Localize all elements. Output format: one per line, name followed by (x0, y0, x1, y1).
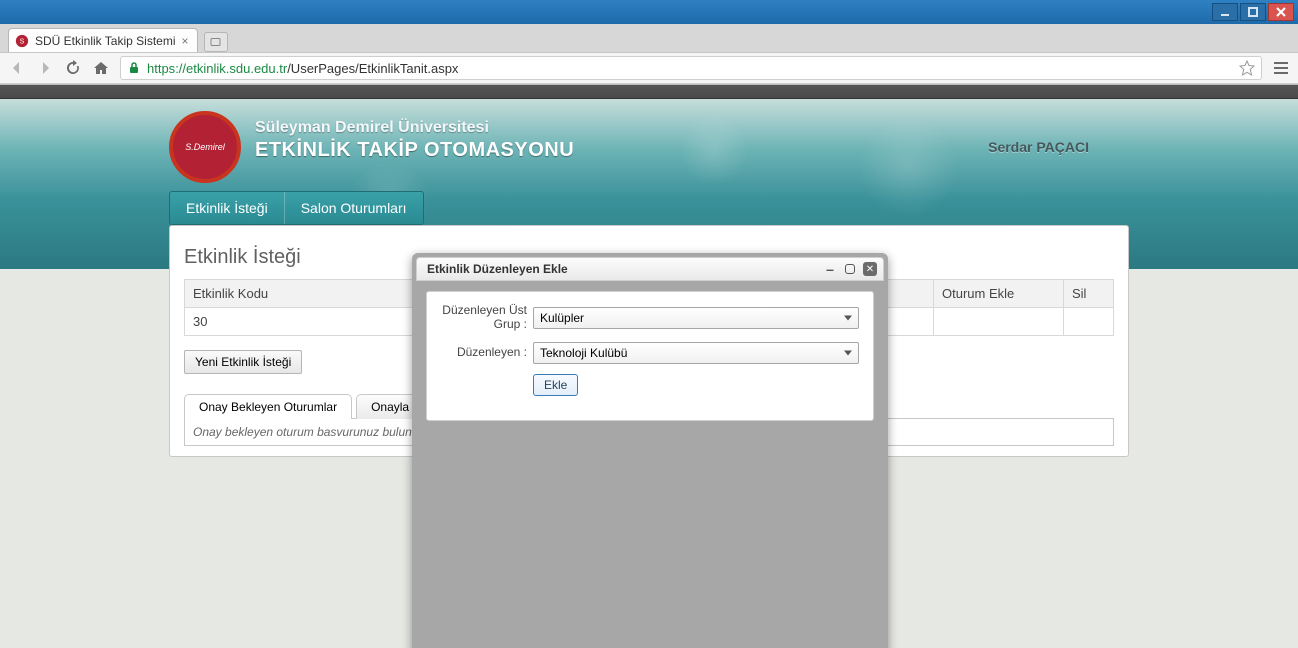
label-ust-grup: Düzenleyen Üst Grup : (441, 304, 533, 332)
submit-ekle-button[interactable]: Ekle (533, 374, 578, 396)
os-minimize-button[interactable] (1212, 3, 1238, 21)
label-duzenleyen: Düzenleyen : (441, 346, 533, 360)
select-duzenleyen[interactable]: Teknoloji Kulübü (533, 342, 859, 364)
lock-icon (127, 61, 141, 75)
cell-oturum-ekle[interactable] (934, 308, 1064, 336)
top-nav: Etkinlik İsteği Salon Oturumları (169, 191, 424, 225)
tab-close-icon[interactable]: × (181, 34, 188, 48)
nav-item-etkinlik-istegi[interactable]: Etkinlik İsteği (170, 192, 285, 224)
dialog-title: Etkinlik Düzenleyen Ekle (427, 262, 568, 276)
university-name: Süleyman Demirel Üniversitesi (255, 119, 489, 137)
new-tab-icon (210, 36, 222, 48)
nav-item-salon-oturumlari[interactable]: Salon Oturumları (285, 192, 423, 224)
dialog-form-panel: Düzenleyen Üst Grup : Kulüpler Düzenleye… (426, 291, 874, 421)
os-window-titlebar (0, 0, 1298, 24)
os-maximize-button[interactable] (1240, 3, 1266, 21)
os-close-button[interactable] (1268, 3, 1294, 21)
url-text: https://etkinlik.sdu.edu.tr/UserPages/Et… (147, 61, 458, 76)
dialog-maximize-icon[interactable] (845, 264, 855, 274)
dialog-grey-fill (426, 421, 874, 648)
university-logo: S.Demirel (169, 111, 241, 183)
browser-tab-active[interactable]: S SDÜ Etkinlik Takip Sistemi × (8, 28, 198, 52)
browser-tab-title: SDÜ Etkinlik Takip Sistemi (35, 34, 175, 48)
current-user: Serdar PAÇACI (988, 139, 1089, 155)
new-tab-button[interactable] (204, 32, 228, 52)
browser-menu-icon[interactable] (1272, 59, 1290, 77)
dialog-minimize-icon[interactable]: – (823, 262, 837, 276)
favicon-icon: S (15, 34, 29, 48)
nav-home-button[interactable] (92, 59, 110, 77)
page-viewport: S.Demirel Süleyman Demirel Üniversitesi … (0, 84, 1298, 648)
nav-reload-button[interactable] (64, 59, 82, 77)
dialog-add-organizer: Etkinlik Düzenleyen Ekle – ✕ Düzenleyen … (412, 253, 888, 648)
nav-forward-button[interactable] (36, 59, 54, 77)
svg-text:S: S (20, 38, 25, 45)
col-sil: Sil (1064, 280, 1114, 308)
bookmark-star-icon[interactable] (1239, 60, 1255, 76)
tab-onay-bekleyen[interactable]: Onay Bekleyen Oturumlar (184, 394, 352, 419)
select-ust-grup[interactable]: Kulüpler (533, 307, 859, 329)
browser-toolbar: https://etkinlik.sdu.edu.tr/UserPages/Et… (0, 52, 1298, 84)
dialog-titlebar[interactable]: Etkinlik Düzenleyen Ekle – ✕ (416, 257, 884, 281)
app-title: ETKİNLİK TAKİP OTOMASYONU (255, 139, 574, 162)
address-bar[interactable]: https://etkinlik.sdu.edu.tr/UserPages/Et… (120, 56, 1262, 80)
browser-tabstrip: S SDÜ Etkinlik Takip Sistemi × (0, 24, 1298, 52)
col-oturum-ekle: Oturum Ekle (934, 280, 1064, 308)
nav-back-button[interactable] (8, 59, 26, 77)
new-event-request-button[interactable]: Yeni Etkinlik İsteği (184, 350, 302, 374)
cell-sil[interactable] (1064, 308, 1114, 336)
top-dark-band (0, 85, 1298, 99)
dialog-close-icon[interactable]: ✕ (863, 262, 877, 276)
